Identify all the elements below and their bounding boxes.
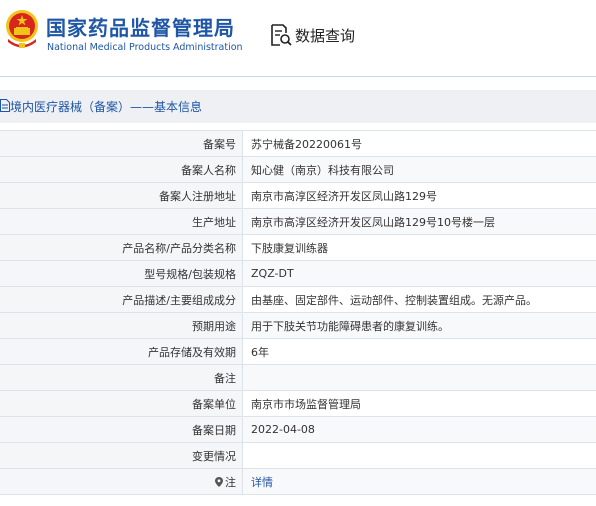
table-row: 备案人名称 知心健（南京）科技有限公司 bbox=[0, 156, 596, 183]
row-label: 备案人名称 bbox=[0, 156, 243, 183]
row-value: 6年 bbox=[242, 338, 596, 365]
row-label: 备注 bbox=[0, 364, 243, 391]
table-row: 备案单位 南京市市场监督管理局 bbox=[0, 390, 596, 417]
row-label: 备案日期 bbox=[0, 416, 243, 443]
org-name-en: National Medical Products Administration bbox=[47, 42, 243, 53]
table-row: 产品名称/产品分类名称 下肢康复训练器 bbox=[0, 234, 596, 261]
table-row: 备注 bbox=[0, 364, 596, 391]
row-value: 南京市市场监督管理局 bbox=[242, 390, 596, 417]
row-value: 详情 bbox=[242, 468, 596, 495]
row-value: 用于下肢关节功能障碍患者的康复训练。 bbox=[242, 312, 596, 339]
row-label: 产品名称/产品分类名称 bbox=[0, 234, 243, 261]
row-value: 知心健（南京）科技有限公司 bbox=[242, 156, 596, 183]
table-row: 备案日期 2022-04-08 bbox=[0, 416, 596, 443]
row-value bbox=[242, 442, 596, 469]
data-query-title: 数据查询 bbox=[270, 22, 355, 48]
row-value: 南京市高淳区经济开发区凤山路129号10号楼一层 bbox=[242, 208, 596, 235]
row-value: 下肢康复训练器 bbox=[242, 234, 596, 261]
row-label: 备案单位 bbox=[0, 390, 243, 417]
table-row: 产品描述/主要组成成分 由基座、固定部件、运动部件、控制装置组成。无源产品。 bbox=[0, 286, 596, 313]
table-row: 变更情况 bbox=[0, 442, 596, 469]
table-row: 型号规格/包装规格 ZQZ-DT bbox=[0, 260, 596, 287]
table-row: 生产地址 南京市高淳区经济开发区凤山路129号10号楼一层 bbox=[0, 208, 596, 235]
search-title: 数据查询 bbox=[295, 26, 356, 45]
breadcrumb-text: 境内医疗器械（备案）——基本信息 bbox=[10, 100, 203, 114]
details-link[interactable]: 详情 bbox=[251, 476, 273, 489]
row-label: 产品描述/主要组成成分 bbox=[0, 286, 243, 313]
row-label: 产品存储及有效期 bbox=[0, 338, 243, 365]
document-icon bbox=[0, 99, 10, 112]
row-value: ZQZ-DT bbox=[242, 260, 596, 287]
row-label: 型号规格/包装规格 bbox=[0, 260, 243, 287]
row-value: 南京市高淳区经济开发区凤山路129号 bbox=[242, 182, 596, 209]
table-row: 产品存储及有效期 6年 bbox=[0, 338, 596, 365]
row-value: 由基座、固定部件、运动部件、控制装置组成。无源产品。 bbox=[242, 286, 596, 313]
record-detail-table: 备案号 苏宁械备20220061号 备案人名称 知心健（南京）科技有限公司 备案… bbox=[0, 130, 596, 495]
table-row: 注 详情 bbox=[0, 468, 596, 495]
header-divider bbox=[0, 76, 596, 77]
table-row: 备案号 苏宁械备20220061号 bbox=[0, 130, 596, 157]
org-name-cn: 国家药品监督管理局 bbox=[46, 16, 235, 40]
national-emblem-icon bbox=[6, 10, 38, 48]
row-label: 备案人注册地址 bbox=[0, 182, 243, 209]
location-pin-icon bbox=[215, 476, 223, 487]
row-value: 2022-04-08 bbox=[242, 416, 596, 443]
row-value: 苏宁械备20220061号 bbox=[242, 130, 596, 157]
breadcrumb: 境内医疗器械（备案）——基本信息 bbox=[0, 90, 596, 123]
table-row: 预期用途 用于下肢关节功能障碍患者的康复训练。 bbox=[0, 312, 596, 339]
row-label: 预期用途 bbox=[0, 312, 243, 339]
row-value bbox=[242, 364, 596, 391]
note-label: 注 bbox=[225, 475, 236, 489]
table-row: 备案人注册地址 南京市高淳区经济开发区凤山路129号 bbox=[0, 182, 596, 209]
row-label: 变更情况 bbox=[0, 442, 243, 469]
row-label-note: 注 bbox=[0, 468, 243, 495]
site-header: 国家药品监督管理局 National Medical Products Admi… bbox=[0, 0, 596, 72]
document-search-icon bbox=[271, 24, 292, 46]
row-label: 备案号 bbox=[0, 130, 243, 157]
row-label: 生产地址 bbox=[0, 208, 243, 235]
